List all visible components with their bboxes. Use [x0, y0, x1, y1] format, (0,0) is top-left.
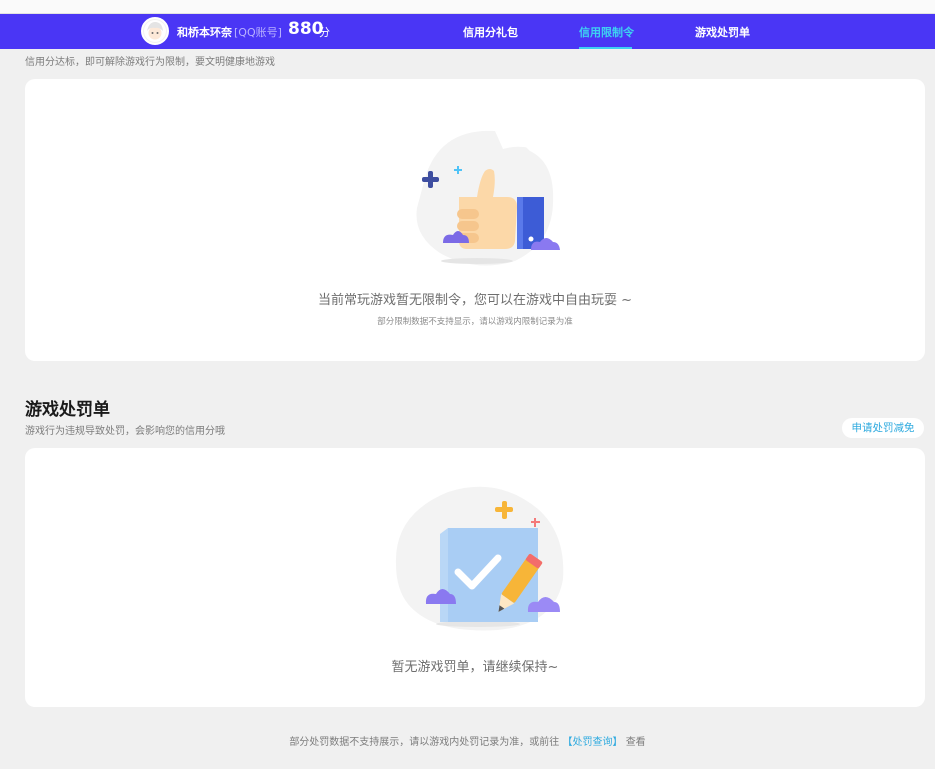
thumbs-up-illustration [416, 130, 560, 266]
restriction-empty-subtitle: 部分限制数据不支持显示，请以游戏内限制记录为准 [377, 317, 573, 327]
top-navbar: 和桥本环奈 [QQ账号] 880 分 信用分礼包 信用限制令 游戏处罚单 [0, 14, 935, 49]
penalty-empty-title: 暂无游戏罚单，请继续保持~ [391, 660, 559, 675]
footer-text-suffix: 查看 [625, 737, 646, 748]
penalty-section-title: 游戏处罚单 [25, 400, 110, 420]
active-tab-indicator [579, 47, 632, 49]
restriction-card: 当前常玩游戏暂无限制令，您可以在游戏中自由玩耍 ~ 部分限制数据不支持显示，请以… [25, 79, 925, 361]
penalty-subtitle: 游戏行为违规导致处罚，会影响您的信用分哦 [25, 426, 225, 437]
credit-score-unit: 分 [319, 26, 330, 39]
clipboard-pencil-illustration [395, 486, 564, 631]
tab-credit-gift[interactable]: 信用分礼包 [463, 24, 518, 40]
footer-text: 部分处罚数据不支持展示，请以游戏内处罚记录为准，或前往 [289, 737, 560, 748]
browser-top-strip [0, 0, 935, 14]
tab-game-penalty[interactable]: 游戏处罚单 [695, 24, 750, 40]
footer-note: 部分处罚数据不支持展示，请以游戏内处罚记录为准，或前往 【处罚查询】 查看 [0, 733, 935, 748]
restriction-hint: 信用分达标，即可解除游戏行为限制，要文明健康地游戏 [25, 57, 275, 68]
user-avatar[interactable] [141, 17, 169, 45]
penalty-card: 暂无游戏罚单，请继续保持~ [25, 448, 925, 707]
restriction-empty-title: 当前常玩游戏暂无限制令，您可以在游戏中自由玩耍 ~ [317, 293, 633, 308]
account-type-tag: [QQ账号] [234, 26, 282, 39]
penalty-query-link[interactable]: 【处罚查询】 [563, 737, 623, 748]
user-name: 和桥本环奈 [177, 26, 232, 39]
tab-credit-restriction[interactable]: 信用限制令 [579, 24, 634, 40]
apply-penalty-reduction-button[interactable]: 申请处罚减免 [842, 418, 924, 438]
